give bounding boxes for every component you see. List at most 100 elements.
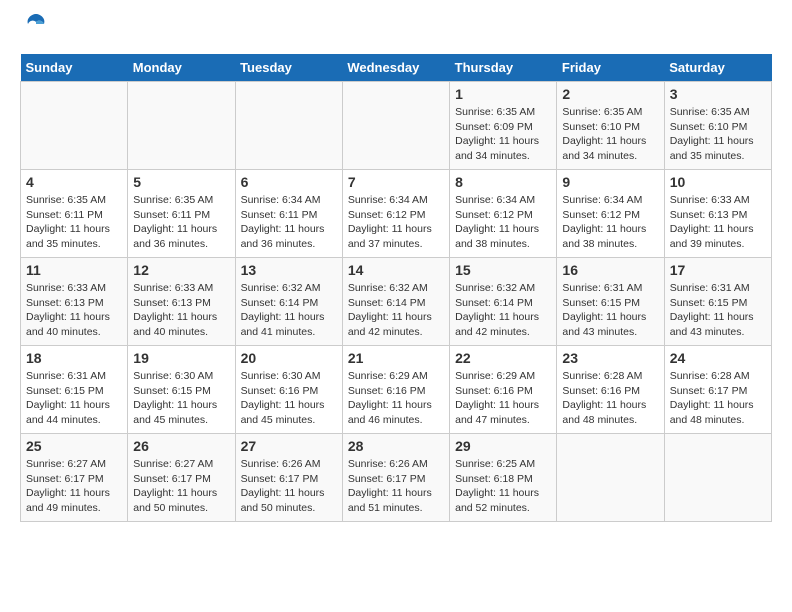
day-info: Sunrise: 6:32 AMSunset: 6:14 PMDaylight:… (348, 281, 444, 340)
day-number: 23 (562, 350, 658, 366)
day-number: 16 (562, 262, 658, 278)
weekday-header-wednesday: Wednesday (342, 54, 449, 82)
day-info: Sunrise: 6:35 AMSunset: 6:10 PMDaylight:… (670, 105, 766, 164)
day-info: Sunrise: 6:35 AMSunset: 6:10 PMDaylight:… (562, 105, 658, 164)
day-info: Sunrise: 6:27 AMSunset: 6:17 PMDaylight:… (26, 457, 122, 516)
day-info: Sunrise: 6:29 AMSunset: 6:16 PMDaylight:… (455, 369, 551, 428)
day-number: 25 (26, 438, 122, 454)
page-header (20, 20, 772, 38)
weekday-header-friday: Friday (557, 54, 664, 82)
weekday-header-thursday: Thursday (450, 54, 557, 82)
calendar-week-row: 1Sunrise: 6:35 AMSunset: 6:09 PMDaylight… (21, 82, 772, 170)
calendar-cell: 7 Sunrise: 6:34 AMSunset: 6:12 PMDaylight… (342, 170, 449, 258)
day-number: 8 (455, 174, 551, 190)
day-info: Sunrise: 6:30 AMSunset: 6:15 PMDaylight:… (133, 369, 229, 428)
day-number: 17 (670, 262, 766, 278)
day-number: 18 (26, 350, 122, 366)
day-number: 14 (348, 262, 444, 278)
day-info: Sunrise: 6:34 AMSunset: 6:12 PMDaylight:… (562, 193, 658, 252)
day-number: 2 (562, 86, 658, 102)
day-info: Sunrise: 6:31 AMSunset: 6:15 PMDaylight:… (26, 369, 122, 428)
day-number: 26 (133, 438, 229, 454)
calendar-cell (664, 434, 771, 522)
day-info: Sunrise: 6:33 AMSunset: 6:13 PMDaylight:… (26, 281, 122, 340)
calendar-week-row: 11 Sunrise: 6:33 AMSunset: 6:13 PMDayligh… (21, 258, 772, 346)
weekday-header-saturday: Saturday (664, 54, 771, 82)
day-number: 24 (670, 350, 766, 366)
calendar-cell: 6Sunrise: 6:34 AMSunset: 6:11 PMDaylight… (235, 170, 342, 258)
logo-bird-icon (22, 10, 50, 38)
calendar-cell: 4 Sunrise: 6:35 AMSunset: 6:11 PMDaylight… (21, 170, 128, 258)
day-info: Sunrise: 6:28 AMSunset: 6:16 PMDaylight:… (562, 369, 658, 428)
day-number: 19 (133, 350, 229, 366)
calendar-cell: 16Sunrise: 6:31 AMSunset: 6:15 PMDayligh… (557, 258, 664, 346)
calendar-cell: 17 Sunrise: 6:31 AMSunset: 6:15 PMDayligh… (664, 258, 771, 346)
day-number: 13 (241, 262, 337, 278)
day-number: 10 (670, 174, 766, 190)
calendar-table: SundayMondayTuesdayWednesdayThursdayFrid… (20, 54, 772, 522)
calendar-cell: 29 Sunrise: 6:25 AMSunset: 6:18 PMDayligh… (450, 434, 557, 522)
day-info: Sunrise: 6:27 AMSunset: 6:17 PMDaylight:… (133, 457, 229, 516)
calendar-cell: 15 Sunrise: 6:32 AMSunset: 6:14 PMDayligh… (450, 258, 557, 346)
day-number: 20 (241, 350, 337, 366)
day-info: Sunrise: 6:31 AMSunset: 6:15 PMDaylight:… (670, 281, 766, 340)
day-info: Sunrise: 6:33 AMSunset: 6:13 PMDaylight:… (133, 281, 229, 340)
day-number: 15 (455, 262, 551, 278)
calendar-week-row: 25 Sunrise: 6:27 AMSunset: 6:17 PMDayligh… (21, 434, 772, 522)
day-info: Sunrise: 6:26 AMSunset: 6:17 PMDaylight:… (241, 457, 337, 516)
calendar-cell: 24 Sunrise: 6:28 AMSunset: 6:17 PMDayligh… (664, 346, 771, 434)
day-info: Sunrise: 6:35 AMSunset: 6:09 PMDaylight:… (455, 105, 551, 164)
calendar-cell: 13 Sunrise: 6:32 AMSunset: 6:14 PMDayligh… (235, 258, 342, 346)
calendar-cell: 25 Sunrise: 6:27 AMSunset: 6:17 PMDayligh… (21, 434, 128, 522)
day-number: 29 (455, 438, 551, 454)
day-info: Sunrise: 6:32 AMSunset: 6:14 PMDaylight:… (455, 281, 551, 340)
calendar-cell (557, 434, 664, 522)
calendar-cell: 26 Sunrise: 6:27 AMSunset: 6:17 PMDayligh… (128, 434, 235, 522)
day-number: 28 (348, 438, 444, 454)
day-info: Sunrise: 6:30 AMSunset: 6:16 PMDaylight:… (241, 369, 337, 428)
day-number: 27 (241, 438, 337, 454)
weekday-header-row: SundayMondayTuesdayWednesdayThursdayFrid… (21, 54, 772, 82)
day-number: 11 (26, 262, 122, 278)
day-number: 3 (670, 86, 766, 102)
day-number: 4 (26, 174, 122, 190)
day-info: Sunrise: 6:34 AMSunset: 6:11 PMDaylight:… (241, 193, 337, 252)
calendar-cell: 12 Sunrise: 6:33 AMSunset: 6:13 PMDayligh… (128, 258, 235, 346)
calendar-cell: 27 Sunrise: 6:26 AMSunset: 6:17 PMDayligh… (235, 434, 342, 522)
calendar-cell: 3 Sunrise: 6:35 AMSunset: 6:10 PMDaylight… (664, 82, 771, 170)
day-info: Sunrise: 6:35 AMSunset: 6:11 PMDaylight:… (26, 193, 122, 252)
calendar-cell: 5 Sunrise: 6:35 AMSunset: 6:11 PMDaylight… (128, 170, 235, 258)
day-info: Sunrise: 6:34 AMSunset: 6:12 PMDaylight:… (455, 193, 551, 252)
calendar-cell: 11 Sunrise: 6:33 AMSunset: 6:13 PMDayligh… (21, 258, 128, 346)
calendar-cell: 14 Sunrise: 6:32 AMSunset: 6:14 PMDayligh… (342, 258, 449, 346)
day-info: Sunrise: 6:34 AMSunset: 6:12 PMDaylight:… (348, 193, 444, 252)
day-info: Sunrise: 6:25 AMSunset: 6:18 PMDaylight:… (455, 457, 551, 516)
day-number: 22 (455, 350, 551, 366)
day-number: 7 (348, 174, 444, 190)
day-info: Sunrise: 6:28 AMSunset: 6:17 PMDaylight:… (670, 369, 766, 428)
calendar-cell: 22 Sunrise: 6:29 AMSunset: 6:16 PMDayligh… (450, 346, 557, 434)
calendar-cell: 20 Sunrise: 6:30 AMSunset: 6:16 PMDayligh… (235, 346, 342, 434)
calendar-cell: 28Sunrise: 6:26 AMSunset: 6:17 PMDayligh… (342, 434, 449, 522)
calendar-week-row: 18 Sunrise: 6:31 AMSunset: 6:15 PMDayligh… (21, 346, 772, 434)
day-info: Sunrise: 6:35 AMSunset: 6:11 PMDaylight:… (133, 193, 229, 252)
weekday-header-monday: Monday (128, 54, 235, 82)
weekday-header-tuesday: Tuesday (235, 54, 342, 82)
day-number: 21 (348, 350, 444, 366)
calendar-cell (342, 82, 449, 170)
calendar-cell (128, 82, 235, 170)
weekday-header-sunday: Sunday (21, 54, 128, 82)
calendar-week-row: 4 Sunrise: 6:35 AMSunset: 6:11 PMDaylight… (21, 170, 772, 258)
calendar-cell: 9Sunrise: 6:34 AMSunset: 6:12 PMDaylight… (557, 170, 664, 258)
calendar-cell: 2 Sunrise: 6:35 AMSunset: 6:10 PMDaylight… (557, 82, 664, 170)
day-info: Sunrise: 6:32 AMSunset: 6:14 PMDaylight:… (241, 281, 337, 340)
day-info: Sunrise: 6:33 AMSunset: 6:13 PMDaylight:… (670, 193, 766, 252)
day-number: 5 (133, 174, 229, 190)
calendar-cell: 1Sunrise: 6:35 AMSunset: 6:09 PMDaylight… (450, 82, 557, 170)
day-number: 12 (133, 262, 229, 278)
calendar-cell: 8 Sunrise: 6:34 AMSunset: 6:12 PMDaylight… (450, 170, 557, 258)
day-info: Sunrise: 6:29 AMSunset: 6:16 PMDaylight:… (348, 369, 444, 428)
calendar-cell (21, 82, 128, 170)
calendar-cell: 21 Sunrise: 6:29 AMSunset: 6:16 PMDayligh… (342, 346, 449, 434)
calendar-cell: 10 Sunrise: 6:33 AMSunset: 6:13 PMDayligh… (664, 170, 771, 258)
